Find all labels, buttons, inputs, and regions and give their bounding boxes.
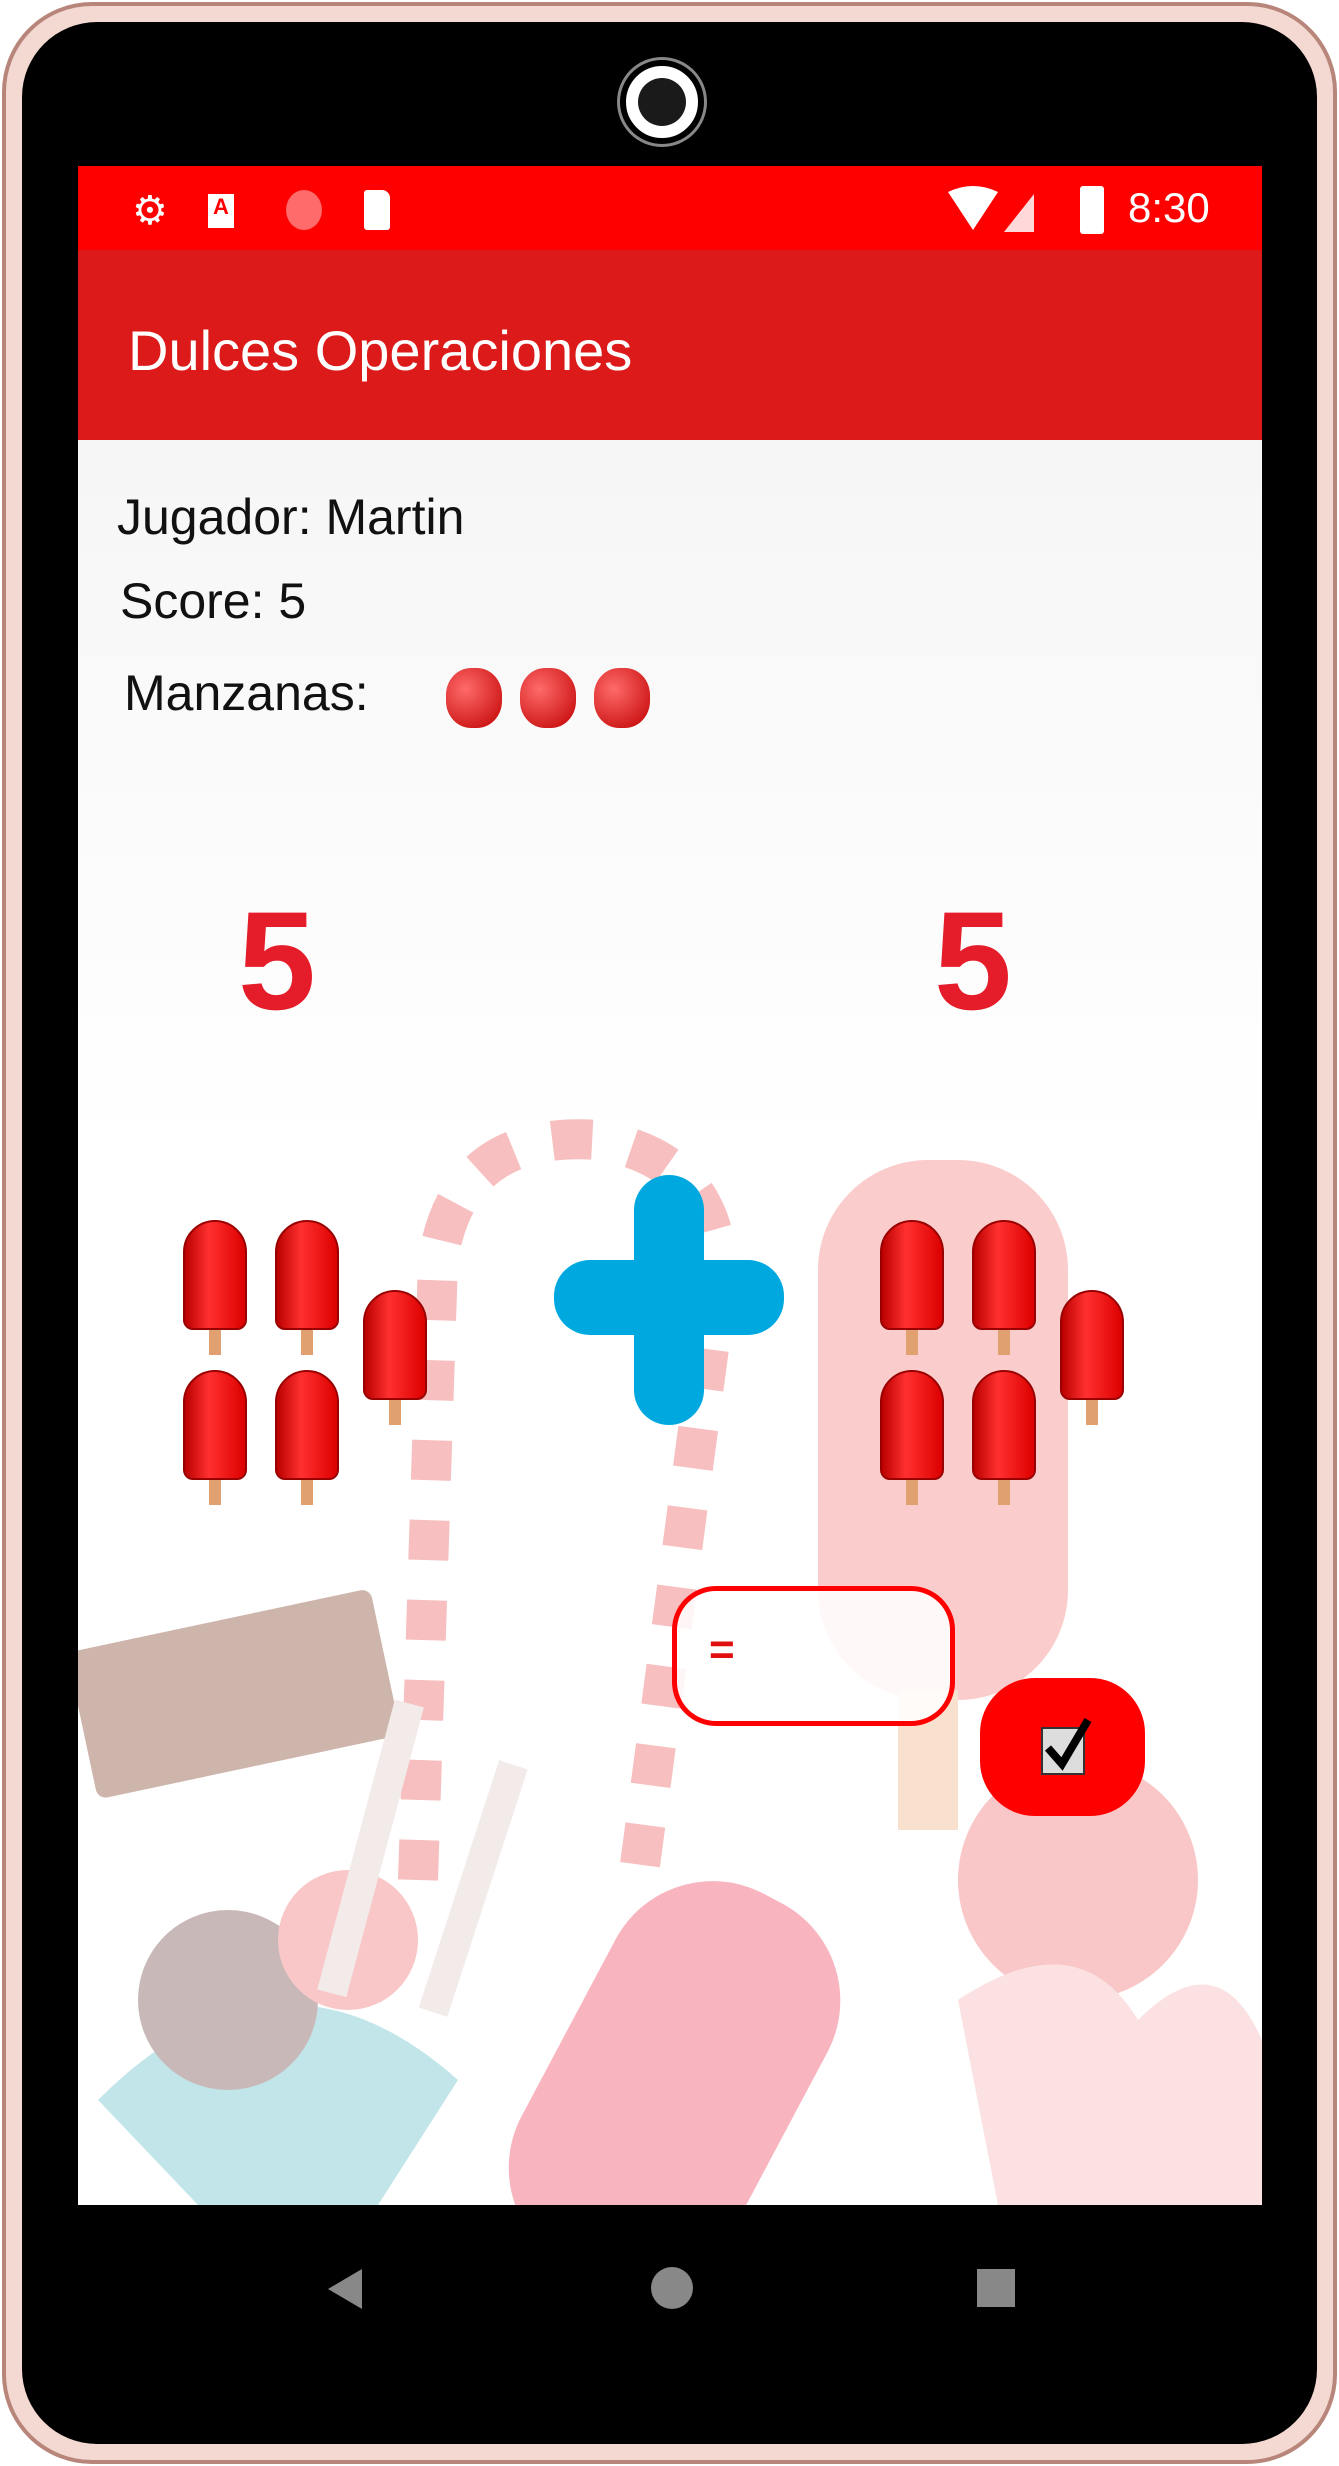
right-popsicle-group <box>880 1220 1140 1520</box>
game-area: Jugador: Martin Score: 5 Manzanas: 5 5 = <box>78 440 1262 2205</box>
equals-sign: = <box>709 1625 735 1674</box>
check-answer-button[interactable] <box>980 1678 1145 1816</box>
gear-icon: ⚙ <box>132 189 168 233</box>
popsicle-icon <box>1060 1290 1124 1425</box>
camera-icon <box>620 60 704 144</box>
apples-lives <box>446 668 650 728</box>
popsicle-icon <box>275 1370 339 1505</box>
popsicle-icon <box>880 1220 944 1355</box>
answer-input[interactable]: = <box>672 1586 955 1726</box>
popsicle-icon <box>972 1220 1036 1355</box>
apple-icon <box>520 668 576 728</box>
app-bar: Dulces Operaciones <box>78 250 1262 440</box>
plus-operator-icon <box>554 1175 784 1425</box>
popsicle-icon <box>972 1370 1036 1505</box>
apple-icon <box>594 668 650 728</box>
popsicle-icon <box>363 1290 427 1425</box>
signal-icon <box>1004 194 1034 232</box>
text-a-icon: A <box>208 194 234 228</box>
app-title: Dulces Operaciones <box>128 319 633 382</box>
wifi-icon <box>948 186 1034 232</box>
screen: ⚙ A 8:30 Dulces Operaciones Jugador: Mar… <box>78 166 1262 2205</box>
recent-apps-button[interactable] <box>977 2269 1015 2307</box>
popsicle-icon <box>183 1220 247 1355</box>
player-label: Jugador: Martin <box>117 489 465 545</box>
apple-icon <box>446 668 502 728</box>
back-button[interactable] <box>326 2267 366 2311</box>
popsicle-icon <box>880 1370 944 1505</box>
score-label: Score: 5 <box>120 573 307 629</box>
battery-icon <box>1080 186 1104 234</box>
left-popsicle-group <box>183 1220 443 1520</box>
status-bar: ⚙ A 8:30 <box>78 166 1262 250</box>
record-icon <box>286 190 322 230</box>
right-number: 5 <box>934 882 1012 1039</box>
clock: 8:30 <box>1128 184 1210 231</box>
navigation-bar <box>78 2205 1262 2365</box>
home-button[interactable] <box>651 2267 693 2309</box>
left-number: 5 <box>238 882 316 1039</box>
sd-card-icon <box>364 190 390 230</box>
checkbox-check-icon <box>1041 1718 1092 1775</box>
apples-label: Manzanas: <box>124 665 369 721</box>
popsicle-icon <box>183 1370 247 1505</box>
popsicle-icon <box>275 1220 339 1355</box>
